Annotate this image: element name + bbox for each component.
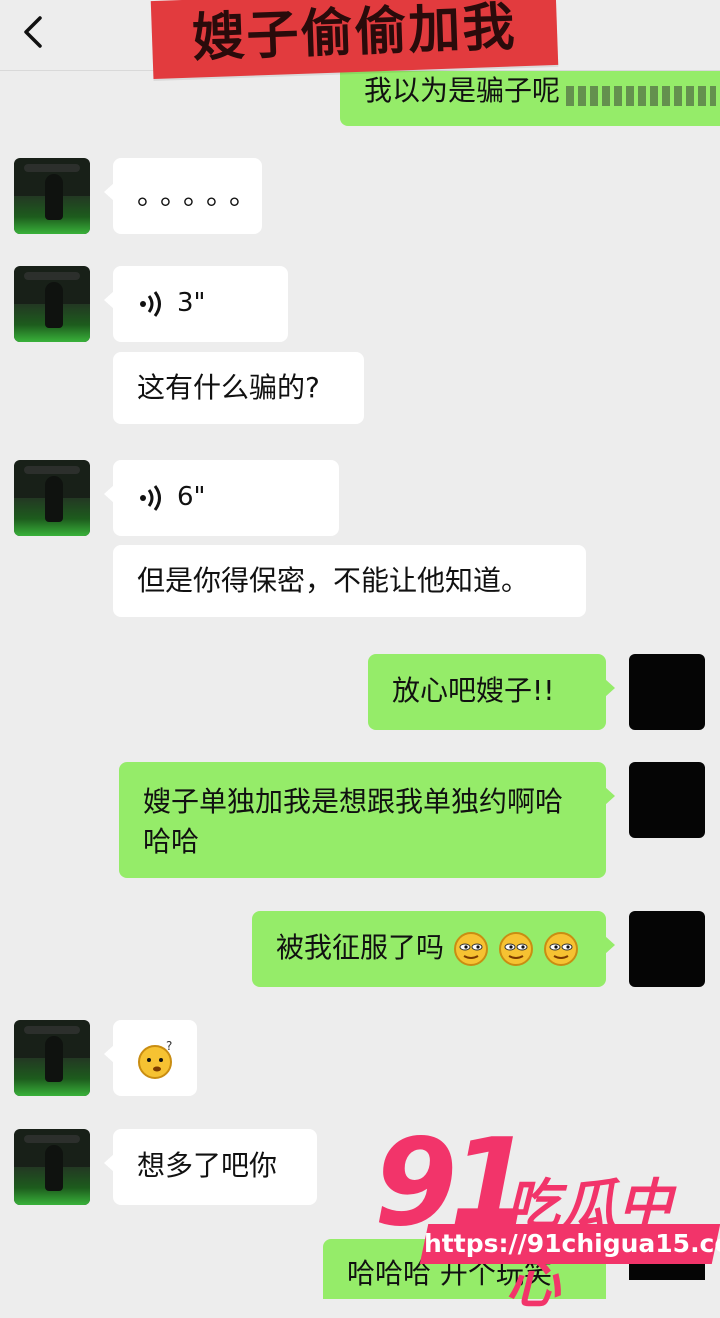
voice-duration: 3" bbox=[177, 288, 206, 318]
watermark-url-text: https://91chigua15.com bbox=[424, 1229, 720, 1258]
smirk-face-icon bbox=[453, 932, 488, 966]
voice-message[interactable]: 6" bbox=[104, 460, 339, 536]
voice-wave-icon bbox=[140, 485, 161, 511]
message-text-wrapper: 被我征服了吗 bbox=[276, 929, 579, 967]
self-avatar[interactable] bbox=[629, 654, 705, 730]
contact-avatar[interactable] bbox=[14, 460, 90, 536]
message-bubble-outgoing[interactable]: 嫂子单独加我是想跟我单独约啊哈哈哈 bbox=[119, 762, 615, 878]
contact-avatar[interactable] bbox=[14, 1129, 90, 1205]
voice-duration: 6" bbox=[177, 482, 206, 512]
contact-avatar[interactable] bbox=[14, 1020, 90, 1096]
self-avatar[interactable] bbox=[629, 911, 705, 987]
message-text: 但是你得保密，不能让他知道。 bbox=[137, 564, 530, 597]
message-bubble-outgoing[interactable]: 被我征服了吗 bbox=[252, 911, 615, 987]
message-bubble-outgoing[interactable]: 放心吧嫂子!! bbox=[368, 654, 615, 730]
message-bubble-incoming[interactable]: 这有什么骗的? bbox=[113, 352, 364, 424]
message-text: 放心吧嫂子!! bbox=[392, 674, 555, 707]
smirk-face-icon bbox=[543, 932, 578, 966]
message-bubble-incoming[interactable]: ? bbox=[104, 1020, 197, 1096]
message-text: 这有什么骗的? bbox=[137, 371, 320, 404]
message-text: 想多了吧你 bbox=[137, 1149, 278, 1182]
message-text: 嫂子单独加我是想跟我单独约啊哈哈哈 bbox=[143, 785, 564, 858]
message-text: 。。。。。 bbox=[137, 178, 267, 211]
chevron-left-icon[interactable] bbox=[16, 12, 56, 52]
confused-face-icon: ? bbox=[138, 1039, 172, 1079]
smirk-face-icon bbox=[498, 932, 533, 966]
watermark: 91 吃瓜中心 https://91chigua15.com bbox=[368, 1114, 720, 1315]
message-bubble-incoming[interactable]: 。。。。。 bbox=[104, 158, 262, 234]
contact-avatar[interactable] bbox=[14, 266, 90, 342]
self-avatar[interactable] bbox=[629, 762, 705, 838]
message-bubble-incoming[interactable]: 想多了吧你 bbox=[104, 1129, 317, 1205]
watermark-url: https://91chigua15.com bbox=[419, 1224, 720, 1264]
message-bubble-incoming[interactable]: 但是你得保密，不能让他知道。 bbox=[113, 545, 586, 617]
contact-avatar[interactable] bbox=[14, 158, 90, 234]
svg-text:?: ? bbox=[166, 1039, 172, 1053]
voice-wave-icon bbox=[140, 291, 161, 317]
message-text: 我以为是骗子呢 bbox=[364, 74, 561, 107]
blurred-text bbox=[566, 86, 716, 106]
voice-message[interactable]: 3" bbox=[104, 266, 288, 342]
message-text: 被我征服了吗 bbox=[276, 931, 445, 964]
